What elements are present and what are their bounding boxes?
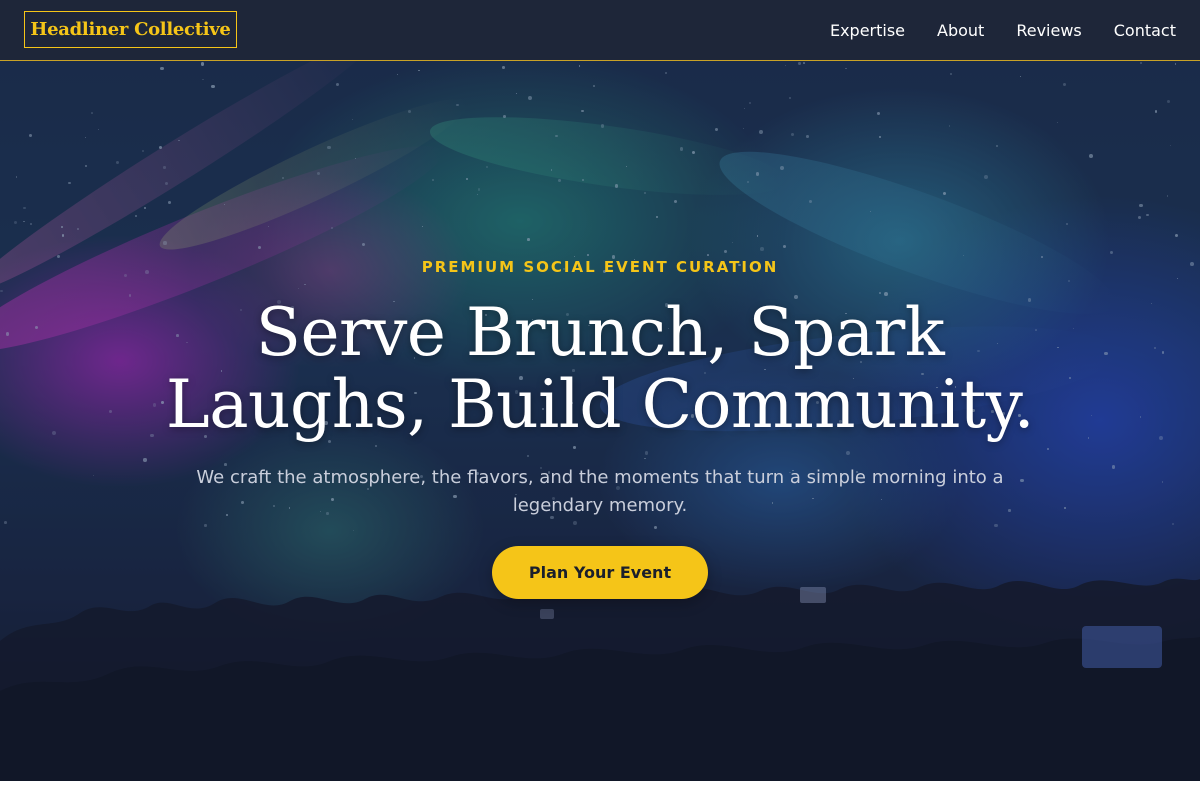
- nav-link-expertise[interactable]: Expertise: [830, 21, 905, 40]
- nav-link-reviews[interactable]: Reviews: [1016, 21, 1081, 40]
- hero-subheadline: We craft the atmosphere, the flavors, an…: [196, 467, 1004, 516]
- nav-link-about[interactable]: About: [937, 21, 984, 40]
- hero-headline-line-2: Laughs, Build Community.: [165, 366, 1035, 443]
- hero-section: PREMIUM SOCIAL EVENT CURATION Serve Brun…: [0, 61, 1200, 781]
- plan-event-button[interactable]: Plan Your Event: [492, 546, 708, 599]
- main-nav: Expertise About Reviews Contact: [830, 0, 1176, 60]
- hero-headline: Serve Brunch, Spark Laughs, Build Commun…: [150, 297, 1050, 441]
- hero-headline-line-1: Serve Brunch, Spark: [255, 294, 945, 371]
- hero-content: PREMIUM SOCIAL EVENT CURATION Serve Brun…: [0, 61, 1200, 781]
- site-header: Headliner Collective Expertise About Rev…: [0, 0, 1200, 61]
- hero-eyebrow: PREMIUM SOCIAL EVENT CURATION: [421, 258, 779, 276]
- brand-logo[interactable]: Headliner Collective: [24, 11, 237, 48]
- nav-link-contact[interactable]: Contact: [1114, 21, 1176, 40]
- next-section-edge: [0, 781, 1200, 800]
